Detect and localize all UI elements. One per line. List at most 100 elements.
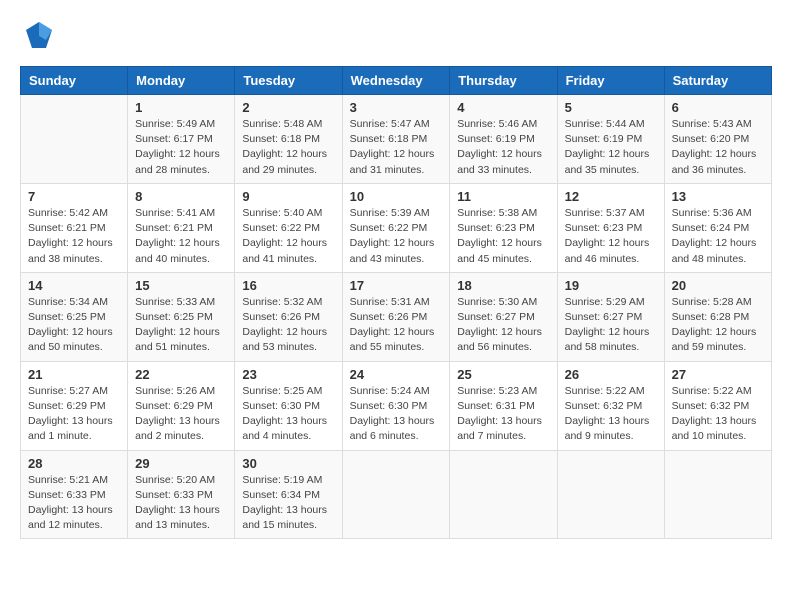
day-number: 7 — [28, 189, 120, 204]
day-info: Sunrise: 5:40 AMSunset: 6:22 PMDaylight:… — [242, 206, 334, 267]
calendar-cell: 25 Sunrise: 5:23 AMSunset: 6:31 PMDaylig… — [450, 361, 557, 450]
calendar-cell: 26 Sunrise: 5:22 AMSunset: 6:32 PMDaylig… — [557, 361, 664, 450]
day-info: Sunrise: 5:47 AMSunset: 6:18 PMDaylight:… — [350, 117, 443, 178]
calendar-cell: 14 Sunrise: 5:34 AMSunset: 6:25 PMDaylig… — [21, 272, 128, 361]
calendar-cell: 21 Sunrise: 5:27 AMSunset: 6:29 PMDaylig… — [21, 361, 128, 450]
day-number: 23 — [242, 367, 334, 382]
calendar-week-5: 28 Sunrise: 5:21 AMSunset: 6:33 PMDaylig… — [21, 450, 772, 539]
day-info: Sunrise: 5:46 AMSunset: 6:19 PMDaylight:… — [457, 117, 549, 178]
calendar-week-4: 21 Sunrise: 5:27 AMSunset: 6:29 PMDaylig… — [21, 361, 772, 450]
calendar-cell: 29 Sunrise: 5:20 AMSunset: 6:33 PMDaylig… — [128, 450, 235, 539]
calendar-week-2: 7 Sunrise: 5:42 AMSunset: 6:21 PMDayligh… — [21, 183, 772, 272]
calendar-cell — [342, 450, 450, 539]
day-info: Sunrise: 5:28 AMSunset: 6:28 PMDaylight:… — [672, 295, 764, 356]
day-info: Sunrise: 5:44 AMSunset: 6:19 PMDaylight:… — [565, 117, 657, 178]
day-info: Sunrise: 5:32 AMSunset: 6:26 PMDaylight:… — [242, 295, 334, 356]
day-number: 28 — [28, 456, 120, 471]
day-number: 20 — [672, 278, 764, 293]
day-info: Sunrise: 5:22 AMSunset: 6:32 PMDaylight:… — [565, 384, 657, 445]
logo — [20, 20, 54, 50]
day-number: 19 — [565, 278, 657, 293]
day-number: 10 — [350, 189, 443, 204]
day-number: 8 — [135, 189, 227, 204]
day-info: Sunrise: 5:21 AMSunset: 6:33 PMDaylight:… — [28, 473, 120, 534]
day-number: 17 — [350, 278, 443, 293]
calendar-cell: 13 Sunrise: 5:36 AMSunset: 6:24 PMDaylig… — [664, 183, 771, 272]
day-info: Sunrise: 5:23 AMSunset: 6:31 PMDaylight:… — [457, 384, 549, 445]
calendar-cell: 5 Sunrise: 5:44 AMSunset: 6:19 PMDayligh… — [557, 95, 664, 184]
day-info: Sunrise: 5:38 AMSunset: 6:23 PMDaylight:… — [457, 206, 549, 267]
day-number: 13 — [672, 189, 764, 204]
calendar-table: SundayMondayTuesdayWednesdayThursdayFrid… — [20, 66, 772, 539]
calendar-cell — [450, 450, 557, 539]
day-info: Sunrise: 5:39 AMSunset: 6:22 PMDaylight:… — [350, 206, 443, 267]
calendar-header-row: SundayMondayTuesdayWednesdayThursdayFrid… — [21, 67, 772, 95]
day-info: Sunrise: 5:33 AMSunset: 6:25 PMDaylight:… — [135, 295, 227, 356]
day-number: 22 — [135, 367, 227, 382]
day-number: 2 — [242, 100, 334, 115]
calendar-cell: 7 Sunrise: 5:42 AMSunset: 6:21 PMDayligh… — [21, 183, 128, 272]
calendar-cell: 19 Sunrise: 5:29 AMSunset: 6:27 PMDaylig… — [557, 272, 664, 361]
calendar-cell: 22 Sunrise: 5:26 AMSunset: 6:29 PMDaylig… — [128, 361, 235, 450]
day-info: Sunrise: 5:30 AMSunset: 6:27 PMDaylight:… — [457, 295, 549, 356]
day-number: 4 — [457, 100, 549, 115]
day-number: 30 — [242, 456, 334, 471]
day-info: Sunrise: 5:29 AMSunset: 6:27 PMDaylight:… — [565, 295, 657, 356]
day-number: 21 — [28, 367, 120, 382]
calendar-cell: 24 Sunrise: 5:24 AMSunset: 6:30 PMDaylig… — [342, 361, 450, 450]
column-header-tuesday: Tuesday — [235, 67, 342, 95]
day-info: Sunrise: 5:25 AMSunset: 6:30 PMDaylight:… — [242, 384, 334, 445]
calendar-cell: 4 Sunrise: 5:46 AMSunset: 6:19 PMDayligh… — [450, 95, 557, 184]
calendar-cell: 12 Sunrise: 5:37 AMSunset: 6:23 PMDaylig… — [557, 183, 664, 272]
day-info: Sunrise: 5:22 AMSunset: 6:32 PMDaylight:… — [672, 384, 764, 445]
day-number: 27 — [672, 367, 764, 382]
day-number: 5 — [565, 100, 657, 115]
day-info: Sunrise: 5:43 AMSunset: 6:20 PMDaylight:… — [672, 117, 764, 178]
calendar-cell — [664, 450, 771, 539]
day-info: Sunrise: 5:37 AMSunset: 6:23 PMDaylight:… — [565, 206, 657, 267]
calendar-cell: 15 Sunrise: 5:33 AMSunset: 6:25 PMDaylig… — [128, 272, 235, 361]
day-number: 25 — [457, 367, 549, 382]
calendar-cell: 28 Sunrise: 5:21 AMSunset: 6:33 PMDaylig… — [21, 450, 128, 539]
calendar-cell: 8 Sunrise: 5:41 AMSunset: 6:21 PMDayligh… — [128, 183, 235, 272]
calendar-cell: 17 Sunrise: 5:31 AMSunset: 6:26 PMDaylig… — [342, 272, 450, 361]
day-info: Sunrise: 5:36 AMSunset: 6:24 PMDaylight:… — [672, 206, 764, 267]
column-header-thursday: Thursday — [450, 67, 557, 95]
day-number: 26 — [565, 367, 657, 382]
day-number: 18 — [457, 278, 549, 293]
day-number: 12 — [565, 189, 657, 204]
day-info: Sunrise: 5:42 AMSunset: 6:21 PMDaylight:… — [28, 206, 120, 267]
day-info: Sunrise: 5:49 AMSunset: 6:17 PMDaylight:… — [135, 117, 227, 178]
day-info: Sunrise: 5:27 AMSunset: 6:29 PMDaylight:… — [28, 384, 120, 445]
day-number: 24 — [350, 367, 443, 382]
calendar-cell — [21, 95, 128, 184]
page-header — [20, 20, 772, 50]
day-info: Sunrise: 5:41 AMSunset: 6:21 PMDaylight:… — [135, 206, 227, 267]
calendar-cell: 6 Sunrise: 5:43 AMSunset: 6:20 PMDayligh… — [664, 95, 771, 184]
day-info: Sunrise: 5:31 AMSunset: 6:26 PMDaylight:… — [350, 295, 443, 356]
calendar-cell: 20 Sunrise: 5:28 AMSunset: 6:28 PMDaylig… — [664, 272, 771, 361]
day-info: Sunrise: 5:19 AMSunset: 6:34 PMDaylight:… — [242, 473, 334, 534]
day-number: 14 — [28, 278, 120, 293]
calendar-cell: 2 Sunrise: 5:48 AMSunset: 6:18 PMDayligh… — [235, 95, 342, 184]
logo-icon — [24, 20, 54, 50]
calendar-cell: 30 Sunrise: 5:19 AMSunset: 6:34 PMDaylig… — [235, 450, 342, 539]
day-number: 16 — [242, 278, 334, 293]
calendar-cell: 1 Sunrise: 5:49 AMSunset: 6:17 PMDayligh… — [128, 95, 235, 184]
day-number: 3 — [350, 100, 443, 115]
calendar-cell: 9 Sunrise: 5:40 AMSunset: 6:22 PMDayligh… — [235, 183, 342, 272]
column-header-monday: Monday — [128, 67, 235, 95]
column-header-saturday: Saturday — [664, 67, 771, 95]
day-info: Sunrise: 5:48 AMSunset: 6:18 PMDaylight:… — [242, 117, 334, 178]
day-info: Sunrise: 5:24 AMSunset: 6:30 PMDaylight:… — [350, 384, 443, 445]
day-number: 9 — [242, 189, 334, 204]
day-info: Sunrise: 5:26 AMSunset: 6:29 PMDaylight:… — [135, 384, 227, 445]
calendar-cell: 27 Sunrise: 5:22 AMSunset: 6:32 PMDaylig… — [664, 361, 771, 450]
calendar-week-3: 14 Sunrise: 5:34 AMSunset: 6:25 PMDaylig… — [21, 272, 772, 361]
day-number: 29 — [135, 456, 227, 471]
day-number: 15 — [135, 278, 227, 293]
day-info: Sunrise: 5:34 AMSunset: 6:25 PMDaylight:… — [28, 295, 120, 356]
day-info: Sunrise: 5:20 AMSunset: 6:33 PMDaylight:… — [135, 473, 227, 534]
calendar-cell: 18 Sunrise: 5:30 AMSunset: 6:27 PMDaylig… — [450, 272, 557, 361]
day-number: 11 — [457, 189, 549, 204]
